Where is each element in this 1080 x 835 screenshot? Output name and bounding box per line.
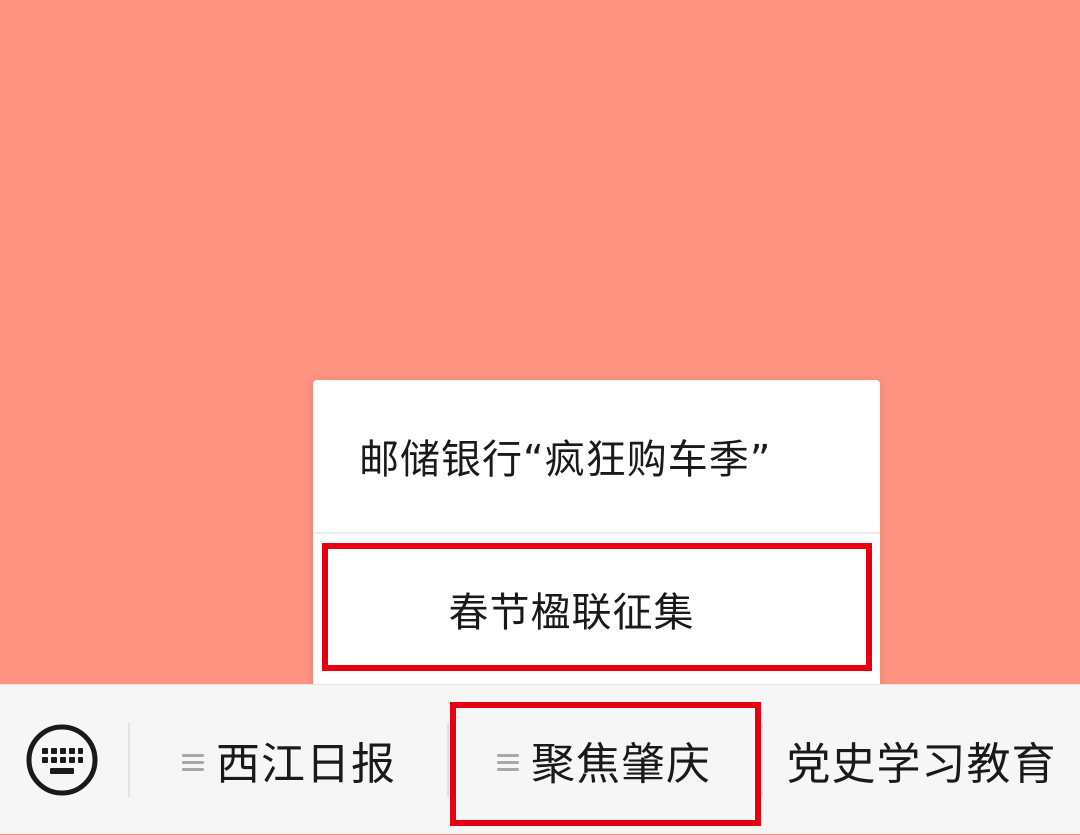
menu-focus-zhaoqing[interactable]: 聚焦肇庆 bbox=[449, 685, 759, 835]
submenu-item-couplet-collection[interactable]: 春节楹联征集 bbox=[313, 534, 880, 684]
submenu-popup: 邮储银行“疯狂购车季” 春节楹联征集 bbox=[313, 380, 880, 684]
menu-lines-icon bbox=[497, 750, 519, 775]
menu-item-label: 聚焦肇庆 bbox=[531, 739, 711, 790]
keyboard-icon bbox=[26, 724, 98, 796]
menu-item-label: 党史学习教育 bbox=[786, 739, 1057, 790]
bar-divider bbox=[128, 723, 130, 797]
menu-xijiang-daily[interactable]: 西江日报 bbox=[131, 685, 447, 835]
menu-item-label: 西江日报 bbox=[216, 739, 396, 790]
menu-party-history-education[interactable]: 党史学习教育 bbox=[763, 685, 1080, 835]
submenu-item-label: 邮储银行“疯狂购车季” bbox=[359, 437, 772, 483]
menu-lines-icon bbox=[182, 750, 204, 775]
bottom-menu-bar: 西江日报 聚焦肇庆 党史学习教育 bbox=[0, 684, 1080, 834]
submenu-item-label: 春节楹联征集 bbox=[448, 590, 695, 636]
submenu-item-car-season[interactable]: 邮储银行“疯狂购车季” bbox=[313, 380, 880, 532]
keyboard-toggle-button[interactable] bbox=[26, 724, 98, 796]
